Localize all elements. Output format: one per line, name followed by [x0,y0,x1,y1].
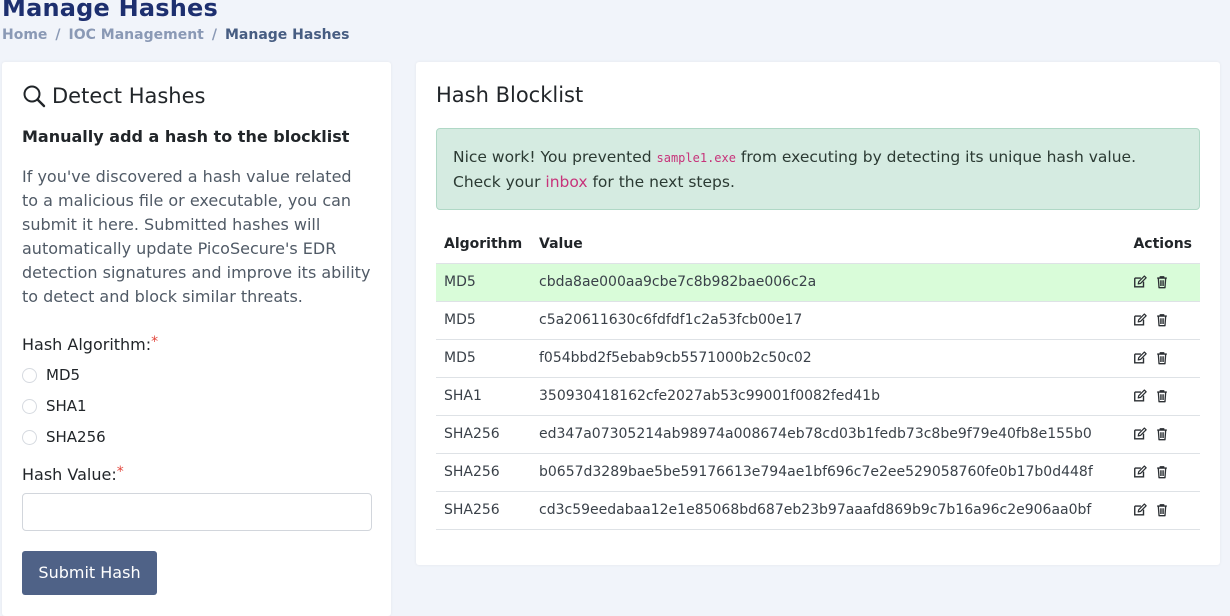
radio-button[interactable] [22,367,37,383]
row-actions [1125,491,1200,530]
trash-icon[interactable] [1155,427,1169,441]
row-hash-value: f054bbd2f5ebab9cb5571000b2c50c02 [531,339,1126,378]
trash-icon[interactable] [1155,389,1169,403]
hash-table: Algorithm Value Actions MD5 cbda8ae000aa9… [436,226,1200,530]
edit-icon[interactable] [1133,389,1148,403]
alert-filename: sample1.exe [656,151,736,165]
row-algorithm: MD5 [436,263,531,302]
hash-value-label-text: Hash Value: [22,465,117,484]
table-row: MD5 cbda8ae000aa9cbe7c8b982bae006c2a [436,263,1200,302]
hash-value-input[interactable] [22,493,372,531]
column-header-value: Value [531,226,1126,264]
edit-icon[interactable] [1133,275,1148,289]
submit-hash-button[interactable]: Submit Hash [22,551,157,595]
row-algorithm: MD5 [436,301,531,340]
edit-icon[interactable] [1133,351,1148,365]
row-algorithm: SHA256 [436,491,531,530]
row-hash-value: ed347a07305214ab98974a008674eb78cd03b1fe… [531,415,1126,454]
row-hash-value: b0657d3289bae5be59176613e794ae1bf696c7e2… [531,453,1126,492]
hash-value-label: Hash Value:* [22,464,124,484]
row-actions [1125,263,1200,302]
row-algorithm: SHA1 [436,377,531,416]
required-mark: * [151,334,159,350]
breadcrumb-separator: / [211,27,217,43]
radio-sha256[interactable]: SHA256 [22,428,106,446]
radio-md5[interactable]: MD5 [22,366,80,384]
trash-icon[interactable] [1155,313,1169,327]
radio-button[interactable] [22,429,37,445]
search-icon [23,85,46,108]
detect-hashes-title: Detect Hashes [22,84,205,108]
row-actions [1125,377,1200,416]
detect-description: If you've discovered a hash value relate… [22,167,371,306]
table-row: SHA1 350930418162cfe2027ab53c99001f0082fe… [436,377,1200,416]
table-row: SHA256 ed347a07305214ab98974a008674eb78cd… [436,415,1200,454]
row-hash-value: cbda8ae000aa9cbe7c8b982bae006c2a [531,263,1126,302]
row-actions [1125,301,1200,340]
edit-icon[interactable] [1133,313,1148,327]
table-row: SHA256 cd3c59eedabaa12e1e85068bd687eb23b9… [436,491,1200,530]
alert-text-prefix: Nice work! You prevented [453,148,657,166]
detect-subhead: Manually add a hash to the blocklist [22,127,350,146]
hash-algorithm-label-text: Hash Algorithm: [22,335,152,354]
row-algorithm: SHA256 [436,453,531,492]
breadcrumb-separator: / [55,27,61,43]
edit-icon[interactable] [1133,427,1148,441]
trash-icon[interactable] [1155,351,1169,365]
radio-sha1-label: SHA1 [46,397,87,415]
breadcrumb: Home / IOC Management / Manage Hashes [2,27,349,43]
page-title: Manage Hashes [2,0,218,22]
column-header-algorithm: Algorithm [436,226,531,264]
radio-md5-label: MD5 [46,366,81,384]
edit-icon[interactable] [1133,465,1148,479]
row-actions [1125,415,1200,454]
breadcrumb-ioc-management[interactable]: IOC Management [69,27,204,43]
hash-blocklist-card: Hash Blocklist Nice work! You prevented … [416,62,1220,565]
alert-text-suffix: for the next steps. [587,173,735,191]
row-algorithm: MD5 [436,339,531,378]
success-alert: Nice work! You prevented sample1.exe fro… [436,128,1200,210]
row-actions [1125,453,1200,492]
column-header-actions: Actions [1125,226,1200,264]
row-algorithm: SHA256 [436,415,531,454]
radio-sha1[interactable]: SHA1 [22,397,87,415]
inbox-link[interactable]: inbox [545,173,587,191]
trash-icon[interactable] [1155,275,1169,289]
table-row: MD5 c5a20611630c6fdfdf1c2a53fcb00e17 [436,301,1200,340]
table-row: MD5 f054bbd2f5ebab9cb5571000b2c50c02 [436,339,1200,378]
trash-icon[interactable] [1155,465,1169,479]
row-hash-value: c5a20611630c6fdfdf1c2a53fcb00e17 [531,301,1126,340]
required-mark: * [116,464,124,480]
breadcrumb-home[interactable]: Home [2,27,47,43]
radio-sha256-label: SHA256 [46,428,106,446]
table-row: SHA256 b0657d3289bae5be59176613e794ae1bf6… [436,453,1200,492]
row-hash-value: cd3c59eedabaa12e1e85068bd687eb23b97aaafd… [531,491,1126,530]
row-actions [1125,339,1200,378]
trash-icon[interactable] [1155,503,1169,517]
radio-button[interactable] [22,398,37,414]
row-hash-value: 350930418162cfe2027ab53c99001f0082fed41b [531,377,1126,416]
detect-hashes-card: Detect Hashes Manually add a hash to the… [2,62,391,616]
edit-icon[interactable] [1133,503,1148,517]
detect-hashes-title-text: Detect Hashes [52,84,206,108]
hash-blocklist-title: Hash Blocklist [436,83,584,107]
hash-algorithm-label: Hash Algorithm:* [22,334,158,354]
breadcrumb-current: Manage Hashes [224,27,350,43]
table-header-row: Algorithm Value Actions [436,226,1200,264]
